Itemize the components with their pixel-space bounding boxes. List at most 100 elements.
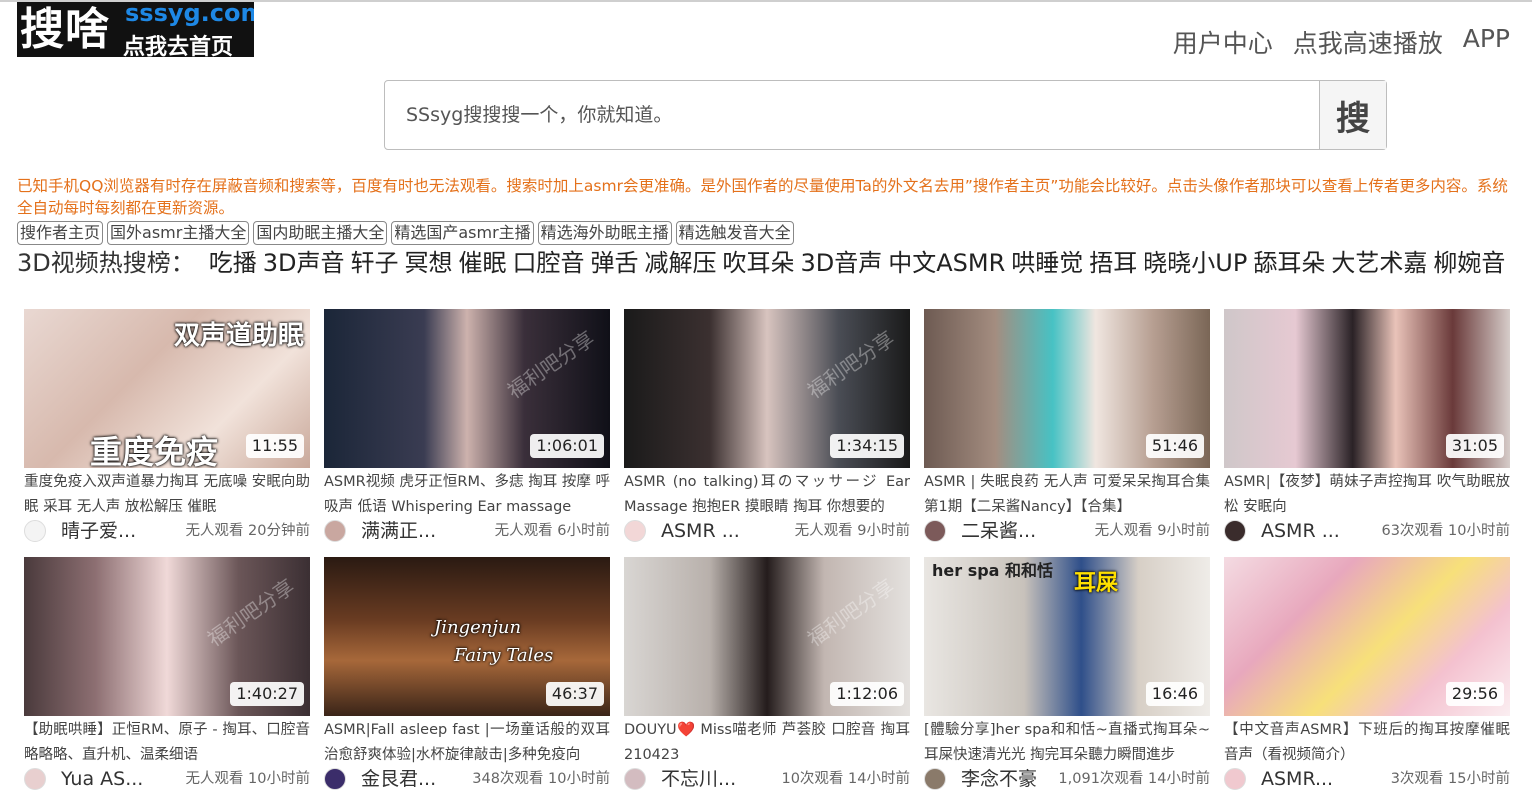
search-box: 搜	[384, 80, 1387, 150]
video-thumbnail[interactable]: 福利吧分享 1:34:15	[624, 309, 910, 468]
video-thumbnail[interactable]: Jingenjun Fairy Tales 46:37	[324, 557, 610, 716]
hot-item[interactable]: 晓晓小UP	[1143, 249, 1247, 277]
author-name[interactable]: 满满正...	[361, 519, 436, 543]
video-thumbnail[interactable]: 福利吧分享 1:06:01	[324, 309, 610, 468]
hot-item[interactable]: 柳婉音	[1433, 249, 1505, 277]
site-logo[interactable]: 搜啥 sssyg.com 点我去首页	[17, 2, 254, 57]
nav-fast-play[interactable]: 点我高速播放	[1293, 24, 1443, 60]
logo-domain-text: sssyg.com	[125, 2, 254, 27]
hot-item[interactable]: 轩子	[351, 249, 399, 277]
video-stats: 无人观看 9小时前	[794, 523, 910, 539]
author-name[interactable]: ASMR ...	[661, 519, 740, 543]
hot-item[interactable]: 捂耳	[1089, 249, 1137, 277]
video-meta: 二呆酱... 无人观看 9小时前	[924, 519, 1210, 543]
video-title[interactable]: ASMR | 失眠良药 无人声 可爱呆呆掏耳合集 第1期【二呆酱Nancy】【合…	[924, 470, 1210, 520]
hot-item[interactable]: 吃播	[209, 249, 257, 277]
video-thumbnail[interactable]: 51:46	[924, 309, 1210, 468]
video-duration: 16:46	[1145, 682, 1204, 706]
video-stats: 无人观看 20分钟前	[185, 523, 310, 539]
hot-item[interactable]: 3D声音	[263, 249, 345, 277]
video-meta: 满满正... 无人观看 6小时前	[324, 519, 610, 543]
hot-item[interactable]: 哄睡觉	[1011, 249, 1083, 277]
thumbnail-caption: her spa 和和恬	[932, 561, 1054, 580]
video-title[interactable]: ASMR|【夜梦】萌妹子声控掏耳 吹气助眠放松 安眠向	[1224, 470, 1510, 520]
author-avatar[interactable]	[1224, 520, 1246, 542]
video-stats: 无人观看 9小时前	[1094, 523, 1210, 539]
tag-featured-domestic[interactable]: 精选国产asmr主播	[391, 221, 534, 245]
video-meta: 李念不豪 1,091次观看 14小时前	[924, 767, 1210, 791]
hot-item[interactable]: 3D音声	[801, 249, 883, 277]
hot-search-label: 3D视频热搜榜：	[17, 249, 195, 277]
author-name[interactable]: 二呆酱...	[961, 519, 1036, 543]
video-stats: 1,091次观看 14小时前	[1058, 771, 1210, 787]
video-duration: 1:40:27	[230, 682, 304, 706]
video-title[interactable]: ASMR视频 虎牙正恒RM、多痣 掏耳 按摩 呼吸声 低语 Whispering…	[324, 470, 610, 520]
author-avatar[interactable]	[624, 520, 646, 542]
thumbnail-caption: 重度免疫	[90, 433, 219, 468]
video-thumbnail[interactable]: her spa 和和恬 耳屎 16:46	[924, 557, 1210, 716]
video-thumbnail[interactable]: 福利吧分享 1:40:27	[24, 557, 310, 716]
author-name[interactable]: ASMR ...	[1261, 519, 1340, 543]
hot-item[interactable]: 冥想	[405, 249, 453, 277]
author-name[interactable]: 不忘川...	[661, 767, 736, 791]
video-stats: 10次观看 14小时前	[781, 771, 910, 787]
tag-foreign-asmr[interactable]: 国外asmr主播大全	[107, 221, 250, 245]
video-stats: 348次观看 10小时前	[472, 771, 610, 787]
author-avatar[interactable]	[924, 768, 946, 790]
video-title[interactable]: 【中文音声ASMR】下班后的掏耳按摩催眠音声（看视频简介）	[1224, 718, 1510, 768]
author-avatar[interactable]	[324, 768, 346, 790]
thumbnail-caption: 耳屎	[1074, 571, 1119, 596]
video-duration: 11:55	[245, 434, 304, 458]
video-meta: ASMR ... 63次观看 10小时前	[1224, 519, 1510, 543]
hot-item[interactable]: 大艺术嘉	[1331, 249, 1427, 277]
hot-item[interactable]: 中文ASMR	[888, 249, 1005, 277]
video-title[interactable]: ASMR (no talking)耳のマッサージ Ear Massage 抱抱E…	[624, 470, 910, 520]
author-avatar[interactable]	[1224, 768, 1246, 790]
thumbnail-caption: Fairy Tales	[454, 645, 554, 666]
video-title[interactable]: 【助眠哄睡】正恒RM、原子 - 掏耳、口腔音 略略略、直升机、温柔细语	[24, 718, 310, 768]
author-name[interactable]: 晴子爱...	[61, 519, 136, 543]
hot-item[interactable]: 口腔音	[513, 249, 585, 277]
tag-domestic-sleep[interactable]: 国内助眠主播大全	[253, 221, 388, 245]
thumbnail-caption: Jingenjun	[434, 617, 522, 638]
search-button[interactable]: 搜	[1319, 81, 1386, 149]
video-duration: 1:06:01	[530, 434, 604, 458]
tag-trigger-sounds[interactable]: 精选触发音大全	[675, 221, 794, 245]
logo-big-text: 搜啥	[20, 4, 110, 55]
tag-featured-overseas[interactable]: 精选海外助眠主播	[537, 221, 672, 245]
search-input[interactable]	[386, 82, 1319, 148]
author-avatar[interactable]	[924, 520, 946, 542]
author-avatar[interactable]	[24, 520, 46, 542]
author-avatar[interactable]	[24, 768, 46, 790]
video-stats: 无人观看 10小时前	[185, 771, 310, 787]
hot-item[interactable]: 吹耳朵	[723, 249, 795, 277]
author-name[interactable]: ASMR...	[1261, 767, 1333, 791]
video-title[interactable]: [體驗分享]her spa和和恬~直播式掏耳朵~耳屎快速清光光 掏完耳朵聽力瞬間…	[924, 718, 1210, 768]
video-title[interactable]: ASMR|Fall asleep fast |一场童话般的双耳治愈舒爽体验|水杯…	[324, 718, 610, 768]
video-thumbnail[interactable]: 29:56	[1224, 557, 1510, 716]
video-title[interactable]: 重度免疫入双声道暴力掏耳 无底噪 安眠向助眠 采耳 无人声 放松解压 催眠	[24, 470, 310, 520]
video-duration: 51:46	[1145, 434, 1204, 458]
author-name[interactable]: 金艮君...	[361, 767, 436, 791]
author-name[interactable]: 李念不豪	[961, 767, 1037, 791]
nav-app[interactable]: APP	[1463, 24, 1510, 60]
nav-user-center[interactable]: 用户中心	[1173, 24, 1273, 60]
video-title[interactable]: DOUYU❤️ Miss喵老师 芦荟胶 口腔音 掏耳 210423	[624, 718, 910, 768]
author-avatar[interactable]	[324, 520, 346, 542]
tag-bar: 搜作者主页 国外asmr主播大全 国内助眠主播大全 精选国产asmr主播 精选海…	[17, 221, 794, 245]
tag-search-author[interactable]: 搜作者主页	[17, 221, 104, 245]
video-thumbnail[interactable]: 福利吧分享 1:12:06	[624, 557, 910, 716]
author-name[interactable]: Yua AS...	[61, 767, 143, 791]
top-nav: 用户中心 点我高速播放 APP	[1173, 24, 1510, 60]
hot-item[interactable]: 催眠	[459, 249, 507, 277]
hot-item[interactable]: 舔耳朵	[1253, 249, 1325, 277]
hot-item[interactable]: 减解压	[645, 249, 717, 277]
video-duration: 31:05	[1445, 434, 1504, 458]
thumbnail-caption: 双声道助眠	[173, 321, 304, 351]
video-thumbnail[interactable]: 双声道助眠 重度免疫 11:55	[24, 309, 310, 468]
video-thumbnail[interactable]: 31:05	[1224, 309, 1510, 468]
author-avatar[interactable]	[624, 768, 646, 790]
hot-item[interactable]: 弹舌	[591, 249, 639, 277]
notice-text: 已知手机QQ浏览器有时存在屏蔽音频和搜索等，百度有时也无法观看。搜索时加上asm…	[17, 177, 1508, 217]
logo-home-text: 点我去首页	[123, 35, 234, 57]
